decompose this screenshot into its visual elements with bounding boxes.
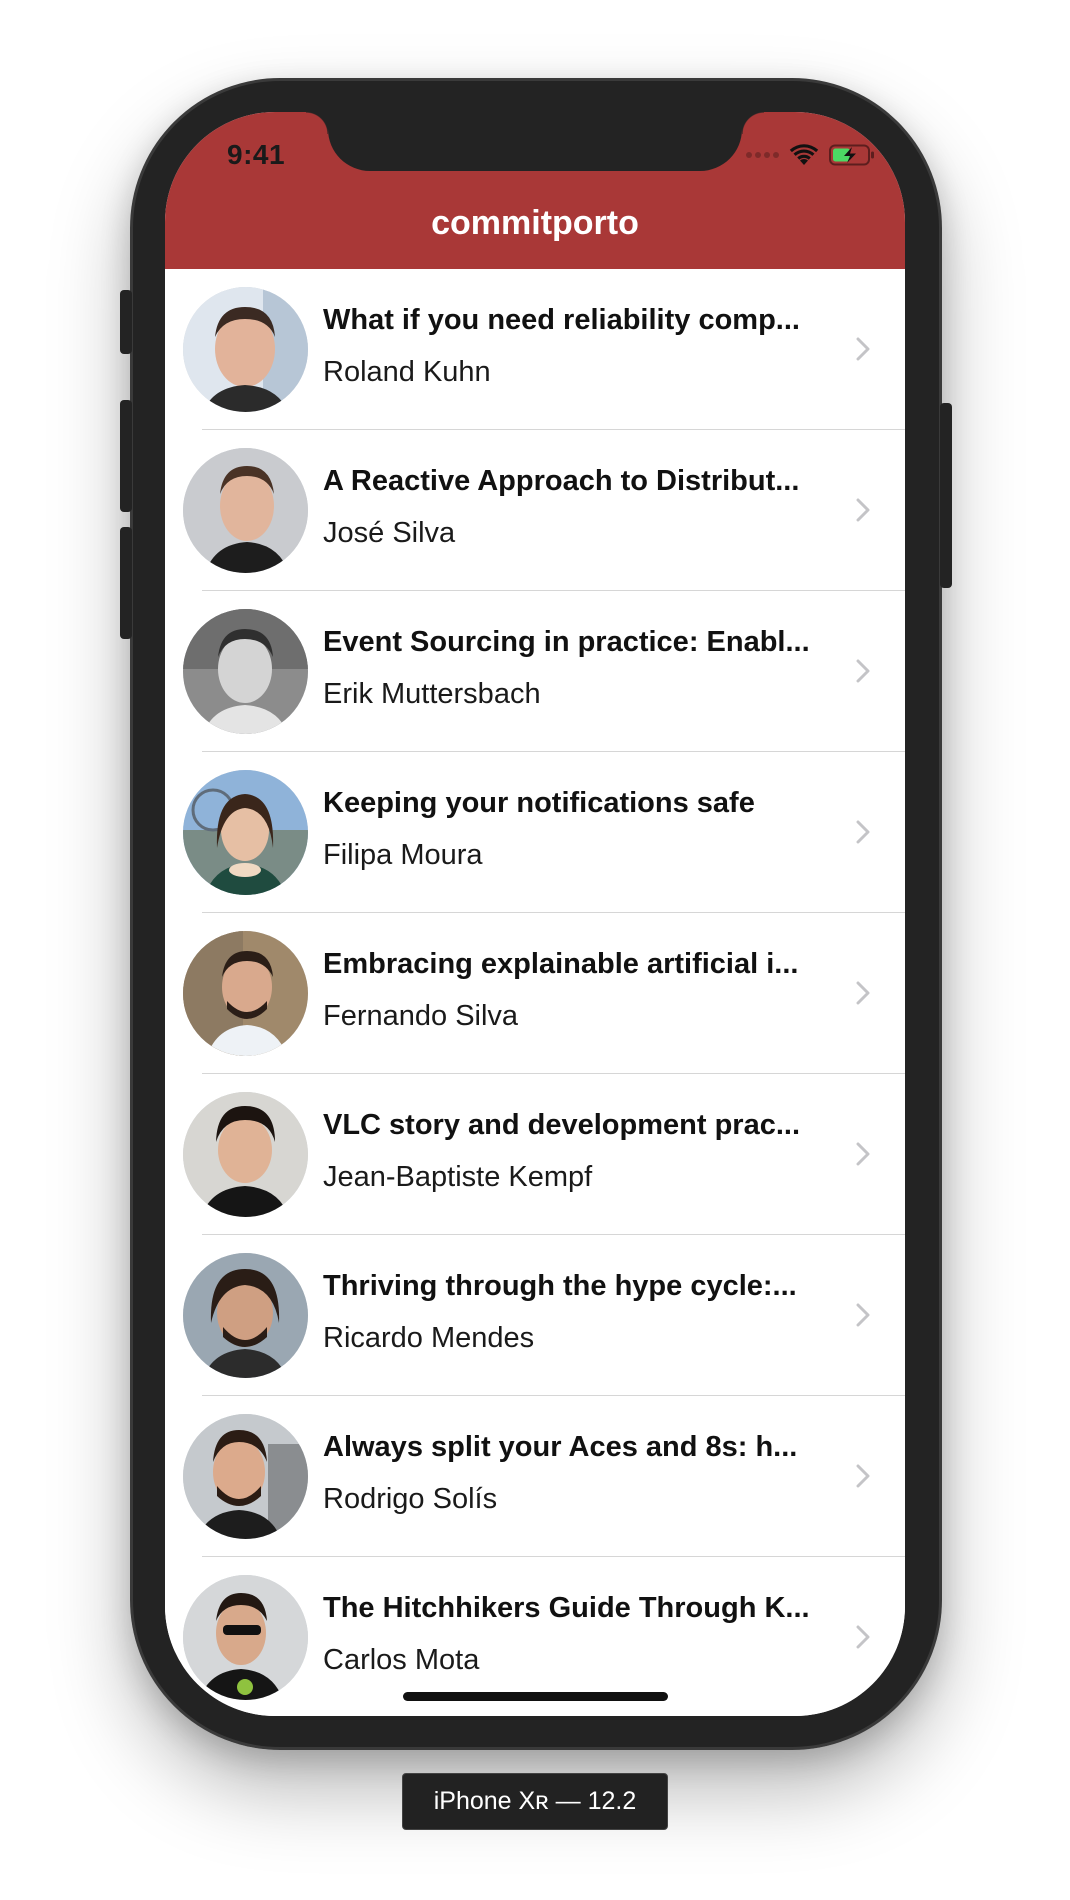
home-indicator[interactable] — [403, 1692, 668, 1701]
list-item[interactable]: Embracing explainable artificial i... Fe… — [165, 913, 905, 1074]
chevron-right-icon — [856, 659, 870, 683]
list-item[interactable]: Keeping your notifications safe Filipa M… — [165, 752, 905, 913]
avatar — [183, 1253, 308, 1378]
chevron-right-icon — [856, 498, 870, 522]
talk-title: Embracing explainable artificial i... — [323, 948, 799, 980]
talk-title: The Hitchhikers Guide Through K... — [323, 1592, 810, 1624]
speaker-name: Fernando Silva — [323, 1000, 519, 1032]
talk-title: A Reactive Approach to Distribut... — [323, 465, 800, 497]
chevron-right-icon — [856, 337, 870, 361]
status-icons — [746, 142, 875, 168]
volume-down-button — [120, 527, 132, 639]
list-item[interactable]: What if you need reliability comp... Rol… — [165, 269, 905, 430]
volume-up-button — [120, 400, 132, 512]
list-item[interactable]: A Reactive Approach to Distribut... José… — [165, 430, 905, 591]
talk-title: Always split your Aces and 8s: h... — [323, 1431, 798, 1463]
speaker-name: José Silva — [323, 517, 456, 549]
navigation-bar: 9:41 commitporto — [165, 112, 905, 269]
avatar — [183, 1575, 308, 1700]
screen: 9:41 commitporto What if you need reliab… — [165, 112, 905, 1716]
talk-title: What if you need reliability comp... — [323, 304, 800, 336]
chevron-right-icon — [856, 981, 870, 1005]
avatar — [183, 287, 308, 412]
chevron-right-icon — [856, 1625, 870, 1649]
mute-switch — [120, 290, 132, 354]
speaker-name: Filipa Moura — [323, 839, 483, 871]
battery-charging-icon — [829, 144, 874, 166]
talk-title: Keeping your notifications safe — [323, 787, 755, 819]
talk-title: Thriving through the hype cycle:... — [323, 1270, 797, 1302]
avatar — [183, 609, 308, 734]
device-label: iPhone Xʀ — 12.2 — [402, 1773, 668, 1830]
nav-title: commitporto — [431, 204, 639, 242]
chevron-right-icon — [856, 1303, 870, 1327]
speaker-name: Carlos Mota — [323, 1644, 480, 1676]
talk-title: Event Sourcing in practice: Enabl... — [323, 626, 810, 658]
list-item[interactable]: Thriving through the hype cycle:... Rica… — [165, 1235, 905, 1396]
signal-icon — [746, 152, 779, 158]
list-item[interactable]: Always split your Aces and 8s: h... Rodr… — [165, 1396, 905, 1557]
status-time: 9:41 — [227, 139, 286, 170]
talk-title: VLC story and development prac... — [323, 1109, 800, 1141]
avatar — [183, 770, 308, 895]
power-button — [940, 403, 952, 588]
chevron-right-icon — [856, 1142, 870, 1166]
chevron-right-icon — [856, 1464, 870, 1488]
list-item[interactable]: Event Sourcing in practice: Enabl... Eri… — [165, 591, 905, 752]
speaker-name: Jean-Baptiste Kempf — [323, 1161, 593, 1193]
speaker-name: Erik Muttersbach — [323, 678, 541, 710]
chevron-right-icon — [856, 820, 870, 844]
list-item[interactable]: VLC story and development prac... Jean-B… — [165, 1074, 905, 1235]
wifi-icon — [789, 144, 819, 165]
speaker-name: Ricardo Mendes — [323, 1322, 535, 1354]
avatar — [183, 1414, 308, 1539]
speaker-name: Roland Kuhn — [323, 356, 491, 388]
talk-list[interactable]: What if you need reliability comp... Rol… — [165, 269, 905, 1716]
notch — [306, 112, 764, 171]
avatar — [183, 1092, 308, 1217]
avatar — [183, 931, 308, 1056]
avatar — [183, 448, 308, 573]
speaker-name: Rodrigo Solís — [323, 1483, 498, 1515]
